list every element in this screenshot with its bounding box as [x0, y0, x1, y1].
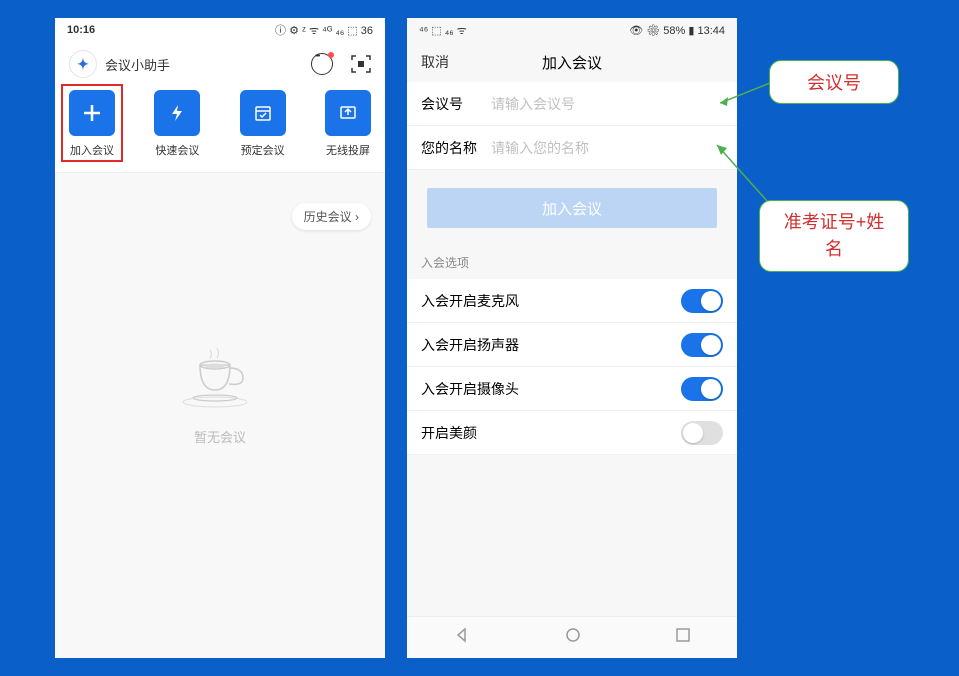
android-nav-bar: [407, 616, 737, 658]
phone-left: 10:16 ⓘ ⚙ ᶻ ᯤ ⁴ᴳ ₄₆ ⬚ 36 ✦ 会议小助手 加入会议 快速…: [55, 18, 385, 658]
quick-meeting-button[interactable]: 快速会议: [154, 90, 200, 158]
action-grid: 加入会议 快速会议 预定会议 无线投屏: [55, 88, 385, 173]
action-label: 预定会议: [241, 142, 285, 158]
app-title: 会议小助手: [105, 55, 170, 74]
nav-bar: 取消 加入会议: [407, 42, 737, 82]
option-speaker: 入会开启扬声器: [407, 323, 737, 367]
callout-text: 准考证号+姓名: [784, 212, 885, 259]
join-meeting-submit-button[interactable]: 加入会议: [427, 188, 717, 228]
option-label: 入会开启摄像头: [421, 379, 519, 399]
callout-meeting-id: 会议号: [769, 60, 899, 104]
phone-right: ⁴⁶ ⬚ ₄₆ ᯤ 👁 ⚙ 58% ▮ 13:44 取消 加入会议 会议号 您的…: [407, 18, 737, 658]
option-label: 开启美颜: [421, 423, 477, 443]
speaker-toggle[interactable]: [681, 333, 723, 357]
options-section-title: 入会选项: [407, 246, 737, 279]
empty-state: 暂无会议: [55, 240, 385, 658]
chat-icon[interactable]: [311, 53, 333, 75]
option-label: 入会开启麦克风: [421, 291, 519, 311]
callout-text: 会议号: [807, 73, 861, 93]
beauty-toggle[interactable]: [681, 421, 723, 445]
schedule-meeting-button[interactable]: 预定会议: [240, 90, 286, 158]
calendar-icon: [240, 90, 286, 136]
name-input[interactable]: [491, 140, 723, 156]
app-header: ✦ 会议小助手: [55, 42, 385, 88]
scan-icon[interactable]: [351, 55, 371, 73]
action-label: 加入会议: [70, 142, 114, 158]
history-meetings-button[interactable]: 历史会议 ›: [292, 203, 371, 230]
status-bar-right: ⁴⁶ ⬚ ₄₆ ᯤ 👁 ⚙ 58% ▮ 13:44: [407, 18, 737, 42]
lightning-icon: [154, 90, 200, 136]
option-camera: 入会开启摄像头: [407, 367, 737, 411]
wireless-cast-button[interactable]: 无线投屏: [325, 90, 371, 158]
join-meeting-button[interactable]: 加入会议: [69, 90, 115, 158]
cancel-button[interactable]: 取消: [421, 52, 449, 72]
name-label: 您的名称: [421, 138, 491, 158]
callout-name: 准考证号+姓名: [759, 200, 909, 272]
camera-toggle[interactable]: [681, 377, 723, 401]
plus-icon: [69, 90, 115, 136]
home-nav-icon[interactable]: [564, 626, 582, 649]
app-logo-icon[interactable]: ✦: [69, 50, 97, 78]
status-bar-left: 10:16 ⓘ ⚙ ᶻ ᯤ ⁴ᴳ ₄₆ ⬚ 36: [55, 18, 385, 42]
option-microphone: 入会开启麦克风: [407, 279, 737, 323]
meeting-id-label: 会议号: [421, 94, 491, 114]
coffee-cup-icon: [175, 340, 265, 410]
option-beauty: 开启美颜: [407, 411, 737, 455]
microphone-toggle[interactable]: [681, 289, 723, 313]
back-nav-icon[interactable]: [453, 626, 471, 649]
name-row: 您的名称: [407, 126, 737, 170]
status-indicators: ⓘ ⚙ ᶻ ᯤ ⁴ᴳ ₄₆ ⬚ 36: [275, 22, 373, 38]
empty-text: 暂无会议: [55, 427, 385, 446]
history-row: 历史会议 ›: [55, 173, 385, 240]
action-label: 快速会议: [155, 142, 199, 158]
status-left: ⁴⁶ ⬚ ₄₆ ᯤ: [419, 23, 467, 38]
nav-title: 加入会议: [542, 52, 602, 73]
cast-icon: [325, 90, 371, 136]
action-label: 无线投屏: [326, 142, 370, 158]
recent-nav-icon[interactable]: [675, 627, 691, 648]
meeting-id-row: 会议号: [407, 82, 737, 126]
meeting-id-input[interactable]: [491, 96, 723, 112]
option-label: 入会开启扬声器: [421, 335, 519, 355]
status-right: 👁 ⚙ 58% ▮ 13:44: [629, 24, 725, 37]
status-time: 10:16: [67, 24, 95, 36]
join-button-wrap: 加入会议: [407, 170, 737, 246]
